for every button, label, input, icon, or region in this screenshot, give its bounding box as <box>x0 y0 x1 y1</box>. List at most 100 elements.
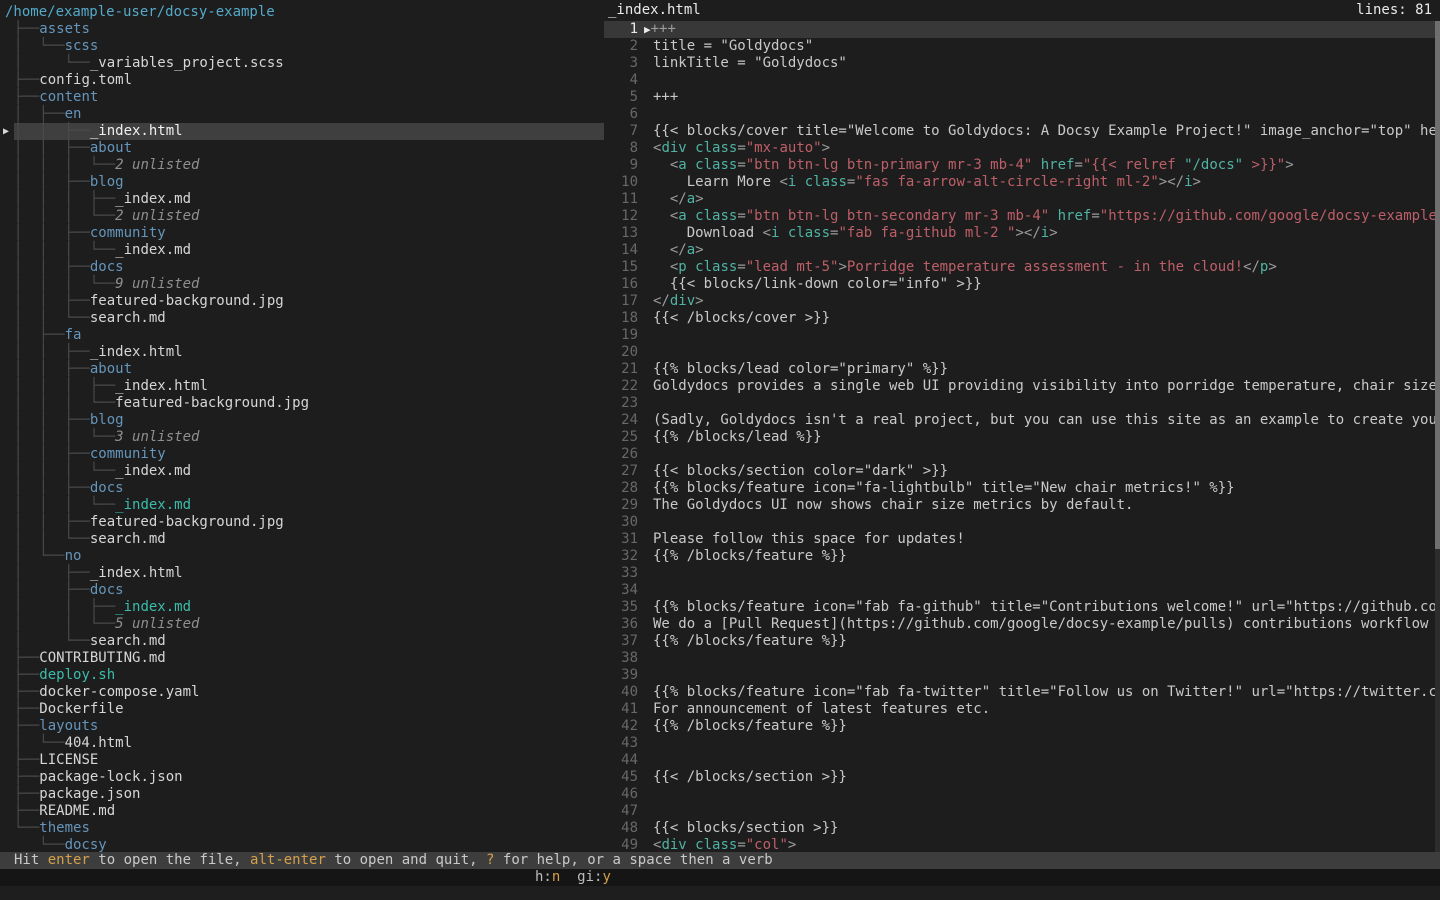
tree-item-label: config.toml <box>39 72 132 88</box>
text-segment: ▶ <box>644 23 651 36</box>
tree-item-fa[interactable]: │ ├──fa <box>0 327 604 344</box>
text-segment: class <box>687 157 738 173</box>
tree-item-docs[interactable]: │ │ ├──docs <box>0 259 604 276</box>
text-segment: div <box>661 140 686 156</box>
line-number: 34 <box>604 582 638 599</box>
line-number: 45 <box>604 769 638 786</box>
tree-item-5-unlisted[interactable]: │ │ └──5 unlisted <box>0 616 604 633</box>
tree-item-_index.html[interactable]: │ ├──_index.html <box>0 565 604 582</box>
panels: /home/example-user/docsy-example ├──asse… <box>0 0 1440 852</box>
text-segment: "https://github.com/google/docsy-example… <box>1100 208 1440 224</box>
code-line: 21{{% blocks/lead color="primary" %}} <box>604 361 1440 378</box>
tree-item-9-unlisted[interactable]: │ │ │ └──9 unlisted <box>0 276 604 293</box>
tree-item-about[interactable]: │ │ ├──about <box>0 361 604 378</box>
tree-item-config.toml[interactable]: ├──config.toml <box>0 72 604 89</box>
tree-item-featured-background.jpg[interactable]: │ │ │ └──featured-background.jpg <box>0 395 604 412</box>
tree-item-contributing.md[interactable]: ├──CONTRIBUTING.md <box>0 650 604 667</box>
tree-item-label: content <box>39 89 98 105</box>
tree-item-en[interactable]: │ ├──en <box>0 106 604 123</box>
text-segment: We do a [Pull Request](https://github.co… <box>653 616 1440 632</box>
text-segment: ></ <box>1159 174 1184 190</box>
tree-item-3-unlisted[interactable]: │ │ │ └──3 unlisted <box>0 429 604 446</box>
tree-item-package-lock.json[interactable]: ├──package-lock.json <box>0 769 604 786</box>
tree-item-layouts[interactable]: ├──layouts <box>0 718 604 735</box>
tree-item-label: docs <box>90 259 124 275</box>
tree-item-search.md[interactable]: │ │ └──search.md <box>0 310 604 327</box>
code-line: 25{{% /blocks/lead %}} <box>604 429 1440 446</box>
tree-item-scss[interactable]: │ └──scss <box>0 38 604 55</box>
text-segment: "fab fa-github ml-2 " <box>838 225 1015 241</box>
tree-item-blog[interactable]: │ │ ├──blog <box>0 174 604 191</box>
tree-item-package.json[interactable]: ├──package.json <box>0 786 604 803</box>
tree-item-featured-background.jpg[interactable]: │ │ ├──featured-background.jpg <box>0 514 604 531</box>
tree-item-_index.html[interactable]: ▶│ │ ├──_index.html <box>0 123 604 140</box>
tree-item-content[interactable]: ├──content <box>0 89 604 106</box>
tree-item-themes[interactable]: └──themes <box>0 820 604 837</box>
tree-item-404.html[interactable]: │ └──404.html <box>0 735 604 752</box>
tree-item-docs[interactable]: │ ├──docs <box>0 582 604 599</box>
tree-item-label: 2 unlisted <box>115 157 199 173</box>
text-segment: > <box>822 140 830 156</box>
tree-item-docs[interactable]: │ │ ├──docs <box>0 480 604 497</box>
line-text: {{% blocks/feature icon="fab fa-twitter"… <box>638 684 1440 701</box>
tree-item-docker-compose.yaml[interactable]: ├──docker-compose.yaml <box>0 684 604 701</box>
tree-item-label: community <box>90 225 166 241</box>
tree-item-docsy[interactable]: └──docsy <box>0 837 604 852</box>
tree-item-_variables_project.scss[interactable]: │ └──_variables_project.scss <box>0 55 604 72</box>
text-segment: "btn btn-lg btn-primary mr-3 mb-4" <box>746 157 1033 173</box>
text-segment: </ <box>670 242 687 258</box>
tree-item-dockerfile[interactable]: ├──Dockerfile <box>0 701 604 718</box>
code-line: 9 <a class="btn btn-lg btn-primary mr-3 … <box>604 157 1440 174</box>
tree-guides: ├── <box>14 21 39 37</box>
text-segment: = <box>737 837 745 852</box>
tree-item-2-unlisted[interactable]: │ │ │ └──2 unlisted <box>0 157 604 174</box>
tree-guides: │ │ ├── <box>14 344 90 360</box>
line-text <box>638 582 653 599</box>
tree-item-search.md[interactable]: │ └──search.md <box>0 633 604 650</box>
code-line: 20 <box>604 344 1440 361</box>
text-segment: {{% /blocks/feature %}} <box>653 633 847 649</box>
line-number: 4 <box>604 72 638 89</box>
tree-item-_index.md[interactable]: │ │ │ └──_index.md <box>0 463 604 480</box>
tree-item-_index.md[interactable]: │ │ │ └──_index.md <box>0 497 604 514</box>
tree-item-label: 2 unlisted <box>115 208 199 224</box>
tree-item-_index.md[interactable]: │ │ │ ├──_index.md <box>0 191 604 208</box>
preview-scrollbar[interactable] <box>1435 21 1440 852</box>
command-input-bar[interactable]: :e h:n gi:y <box>0 869 1440 886</box>
tree-item-2-unlisted[interactable]: │ │ │ └──2 unlisted <box>0 208 604 225</box>
tree-guides: │ │ │ └── <box>14 497 115 513</box>
tree-item-_index.md[interactable]: │ │ ├──_index.md <box>0 599 604 616</box>
tree-item-assets[interactable]: ├──assets <box>0 21 604 38</box>
scrollbar-thumb[interactable] <box>1435 21 1440 549</box>
tree-item-no[interactable]: │ └──no <box>0 548 604 565</box>
tree-item-blog[interactable]: │ │ ├──blog <box>0 412 604 429</box>
line-text <box>638 752 653 769</box>
code-line: 23 <box>604 395 1440 412</box>
text-segment: < <box>779 174 787 190</box>
tree-item-community[interactable]: │ │ ├──community <box>0 225 604 242</box>
tree-item-_index.html[interactable]: │ │ ├──_index.html <box>0 344 604 361</box>
line-text: {{< blocks/cover title="Welcome to Goldy… <box>638 123 1440 140</box>
tree-item-about[interactable]: │ │ ├──about <box>0 140 604 157</box>
tree-item-search.md[interactable]: │ │ └──search.md <box>0 531 604 548</box>
text-segment: div <box>670 293 695 309</box>
code-line: 8<div class="mx-auto"> <box>604 140 1440 157</box>
tree-guides: │ ├── <box>14 582 90 598</box>
tree-guides: │ │ │ └── <box>14 208 115 224</box>
text-segment: "lead mt-5" <box>746 259 839 275</box>
tree-item-_index.html[interactable]: │ │ │ ├──_index.html <box>0 378 604 395</box>
tree-item-deploy.sh[interactable]: ├──deploy.sh <box>0 667 604 684</box>
tree-item-community[interactable]: │ │ ├──community <box>0 446 604 463</box>
tree-item-readme.md[interactable]: ├──README.md <box>0 803 604 820</box>
text-segment <box>653 259 670 275</box>
tree-item-label: 3 unlisted <box>115 429 199 445</box>
tree-item-featured-background.jpg[interactable]: │ │ ├──featured-background.jpg <box>0 293 604 310</box>
text-segment: > <box>695 191 703 207</box>
tree-item-license[interactable]: ├──LICENSE <box>0 752 604 769</box>
tree-item-label: docs <box>90 480 124 496</box>
text-segment: div <box>661 837 686 852</box>
line-number: 7 <box>604 123 638 140</box>
line-number: 27 <box>604 463 638 480</box>
tree-item-_index.md[interactable]: │ │ │ └──_index.md <box>0 242 604 259</box>
code-preview: 1▶+++2title = "Goldydocs"3linkTitle = "G… <box>604 21 1440 852</box>
